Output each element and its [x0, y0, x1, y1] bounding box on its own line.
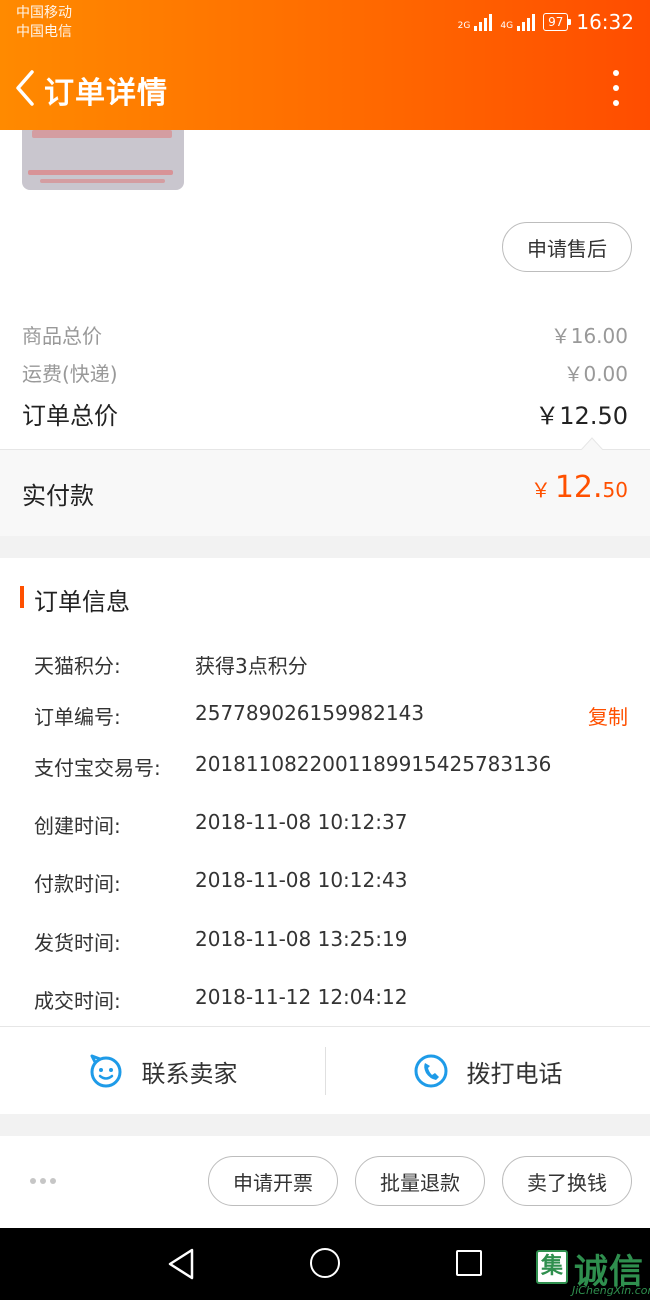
info-label: 天猫积分:: [34, 654, 121, 678]
apply-after-sales-button[interactable]: 申请售后: [502, 222, 632, 272]
page-title: 订单详情: [44, 76, 168, 111]
watermark-seal: 集: [536, 1250, 568, 1284]
status-carriers: 中国移动 中国电信: [16, 4, 72, 42]
info-row-paid: 付款时间: 2018-11-08 10:12:43: [34, 868, 628, 897]
info-row-order-number: 订单编号: 257789026159982143 复制: [34, 701, 628, 730]
info-label: 付款时间:: [34, 872, 121, 896]
info-row-created: 创建时间: 2018-11-08 10:12:37: [34, 810, 628, 839]
info-row-shipped: 发货时间: 2018-11-08 13:25:19: [34, 927, 628, 956]
info-value[interactable]: 257789026159982143: [195, 701, 628, 730]
product-thumbnail[interactable]: [22, 130, 184, 190]
nav-back-icon[interactable]: [166, 1247, 196, 1281]
watermark-sub: JiChengXin.com: [572, 1284, 650, 1297]
more-vertical-icon[interactable]: [612, 70, 620, 106]
battery-icon: 97: [543, 13, 572, 31]
paid-section: 实付款 ￥ 12. 50: [0, 450, 650, 536]
app-bar: 订单详情: [0, 60, 650, 116]
section-accent-bar: [20, 586, 24, 608]
action-bar: 申请开票 批量退款 卖了换钱: [0, 1136, 650, 1228]
call-button[interactable]: 拨打电话: [325, 1027, 650, 1115]
chat-face-icon: [90, 1054, 121, 1088]
order-total-value: ￥12.50: [535, 402, 628, 430]
info-label: 成交时间:: [34, 989, 121, 1013]
nav-recent-icon[interactable]: [456, 1250, 482, 1276]
info-label: 支付宝交易号:: [34, 756, 161, 780]
resell-button[interactable]: 卖了换钱: [502, 1156, 632, 1206]
order-info-title: 订单信息: [34, 588, 130, 616]
status-indicators: 2G 4G 97 16:32: [458, 10, 634, 34]
order-total-label: 订单总价: [22, 402, 118, 430]
phone-icon: [414, 1054, 447, 1088]
contact-section: 联系卖家 拨打电话: [0, 1026, 650, 1114]
info-value: 2018-11-08 10:12:37: [195, 810, 408, 834]
goods-total-row: 商品总价 ￥16.00: [22, 320, 628, 349]
price-section: 商品总价 ￥16.00 运费(快递) ￥0.00 订单总价 ￥12.50: [0, 300, 650, 450]
goods-total-label: 商品总价: [22, 324, 102, 348]
shipping-row: 运费(快递) ￥0.00: [22, 358, 628, 387]
order-total-row: 订单总价 ￥12.50: [22, 396, 628, 431]
copy-order-number-link[interactable]: 复制: [588, 701, 628, 730]
info-value: 2018110822001189915425783136: [195, 752, 552, 776]
paid-currency: ￥: [530, 478, 551, 502]
status-time: 16:32: [576, 10, 634, 34]
caret-up-icon: [581, 437, 603, 450]
info-value: 2018-11-08 13:25:19: [195, 927, 408, 951]
info-row-points: 天猫积分: 获得3点积分: [34, 650, 628, 679]
signal-icon-2: 4G: [500, 13, 536, 31]
goods-total-value: ￥16.00: [550, 324, 628, 348]
paid-integer: 12.: [554, 470, 603, 505]
carrier-1: 中国移动: [16, 5, 72, 21]
info-row-alipay-number: 支付宝交易号: 2018110822001189915425783136: [34, 752, 628, 781]
info-value: 获得3点积分: [195, 654, 308, 678]
paid-amount: ￥ 12. 50: [531, 470, 628, 505]
paid-decimal: 50: [602, 478, 628, 502]
contact-seller-label: 联系卖家: [141, 1059, 238, 1088]
call-label: 拨打电话: [466, 1059, 563, 1088]
paid-label: 实付款: [22, 482, 94, 510]
info-value: 2018-11-12 12:04:12: [195, 985, 408, 1009]
info-value: 2018-11-08 10:12:43: [195, 868, 408, 892]
shipping-label: 运费(快递): [22, 362, 118, 386]
signal-icon: 2G: [458, 13, 493, 31]
product-section: 申请售后: [0, 130, 650, 300]
info-label: 发货时间:: [34, 931, 121, 955]
chevron-left-icon[interactable]: [12, 68, 40, 108]
shipping-value: ￥0.00: [563, 362, 628, 386]
info-label: 订单编号:: [34, 705, 121, 729]
info-label: 创建时间:: [34, 814, 121, 838]
order-info-section: 订单信息 天猫积分: 获得3点积分 订单编号: 2577890261599821…: [0, 558, 650, 1026]
contact-seller-button[interactable]: 联系卖家: [0, 1027, 325, 1115]
more-horizontal-icon[interactable]: [30, 1178, 56, 1184]
watermark-logo: 集 诚信 JiChengXin.com: [532, 1232, 650, 1300]
apply-invoice-button[interactable]: 申请开票: [208, 1156, 338, 1206]
carrier-2: 中国电信: [16, 24, 72, 40]
header: 中国移动 中国电信 2G 4G 97 16:32 订单详情: [0, 0, 650, 130]
batch-refund-button[interactable]: 批量退款: [355, 1156, 485, 1206]
info-row-completed: 成交时间: 2018-11-12 12:04:12: [34, 985, 628, 1014]
nav-home-icon[interactable]: [310, 1248, 340, 1278]
